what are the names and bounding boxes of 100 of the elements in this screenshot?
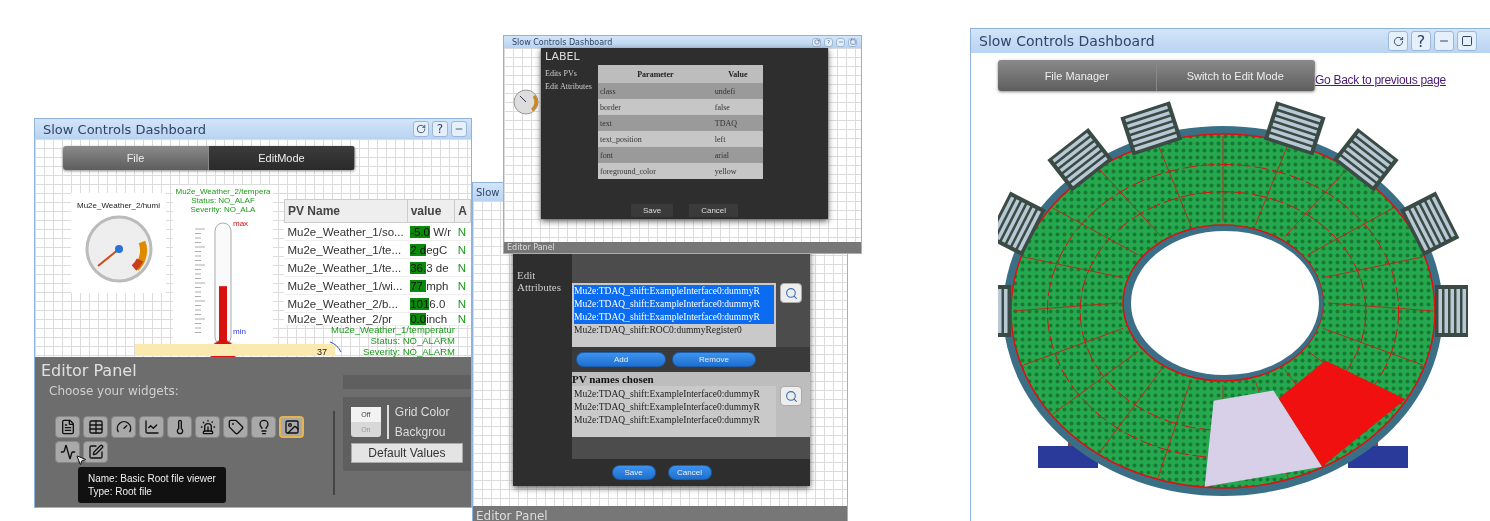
cancel-button[interactable]: Cancel [689, 204, 739, 217]
tab[interactable]: EditMode [209, 146, 355, 170]
list-item[interactable]: Mu2e:TDAQ_shift:ExampleInterface0:dummyR [574, 311, 774, 324]
refresh-button[interactable] [413, 121, 429, 137]
axis-tick: 37 [317, 347, 327, 357]
list-item[interactable]: Mu2e:TDAQ_shift:ExampleInterface0:dummyR [574, 285, 774, 298]
table-cell: arial [712, 147, 763, 163]
plot-line [329, 341, 343, 353]
column-header[interactable]: value [407, 199, 455, 223]
tooltip-text: Type: Root file [88, 486, 153, 497]
list-item[interactable]: Mu2e:TDAQ_shift:ExampleInterface0:dummyR [574, 414, 774, 427]
list-item[interactable]: Mu2e:TDAQ_shift:ExampleInterface0:dummyR [574, 401, 774, 414]
side-menu-item[interactable]: Edit Attributes [545, 82, 594, 91]
table-cell: N [454, 240, 471, 259]
thermometer-widget-button[interactable] [167, 416, 192, 438]
pv-list[interactable]: Mu2e:TDAQ_shift:ExampleInterface0:dummyR Mu2e:TDAQ_shift:ExampleInterface0:dummyR Mu2e:TDAQ_shift:ExampleInterface0:dummyR [572, 386, 776, 437]
table-cell: -5.0 W/r [407, 222, 455, 241]
label-widget-button[interactable] [223, 416, 248, 438]
table-cell: 36.3 de [407, 258, 455, 277]
window-title: Slow Controls Dashboard [512, 37, 613, 47]
side-menu-item[interactable]: Edit Attributes [517, 269, 568, 293]
list-item[interactable]: Mu2e:TDAQ_shift:ExampleInterface0:dummyR [574, 388, 774, 401]
maximize-icon [849, 39, 856, 45]
table-cell: N [454, 294, 471, 313]
panel-title: Editor Panel [41, 361, 138, 380]
table-cell: Mu2e_Weather_1/wi... [284, 276, 408, 295]
gauge-icon [115, 419, 132, 435]
column-header[interactable]: PV Name [284, 199, 408, 223]
table-cell: Mu2e_Weather_2/pr [284, 312, 408, 326]
image-widget-button[interactable] [279, 416, 304, 438]
gauge-widget-button[interactable] [111, 416, 136, 438]
cancel-button[interactable]: Cancel [667, 465, 712, 480]
refresh-icon [416, 124, 426, 134]
help-button[interactable]: ? [1411, 31, 1431, 51]
edit-icon [87, 444, 104, 460]
window-title: Slow Controls Dashboard [979, 33, 1155, 49]
list-item[interactable]: Mu2e:TDAQ_shift:ROC0:dummyRegister0 [574, 324, 774, 337]
add-button[interactable]: Add [576, 352, 666, 367]
table-cell: TDAQ [712, 115, 763, 131]
list-item[interactable]: Mu2e:TDAQ_shift:ExampleInterface0:dummyR [574, 298, 774, 311]
help-button[interactable]: ? [432, 121, 448, 137]
table-widget-button[interactable] [83, 416, 108, 438]
setting-label: Backgrou [394, 425, 447, 439]
refresh-icon [813, 39, 820, 45]
table-cell: false [712, 99, 763, 115]
dialog-title: LABEL [544, 49, 581, 65]
table-cell: text [598, 115, 713, 131]
root-icon [59, 444, 76, 460]
thermometer-status: Severity: NO_ALA [190, 205, 256, 215]
led-widget-button[interactable] [251, 416, 276, 438]
alarm-widget-button[interactable] [195, 416, 220, 438]
table-cell: text_position [598, 131, 713, 147]
chart-widget-button[interactable] [139, 416, 164, 438]
text-widget-button[interactable] [55, 416, 80, 438]
thermometer-status: Status: NO_ALAF [191, 196, 255, 206]
table-cell: foreground_color [598, 163, 713, 179]
pv-list[interactable]: Mu2e:TDAQ_shift:ExampleInterface0:dummyR Mu2e:TDAQ_shift:ExampleInterface0:dummyR Mu2e:TDAQ_shift:ExampleInterface0:dummyR Mu2e:TDAQ_shift:ROC0:dummyRegister0 [572, 283, 776, 347]
editor-panel-bar: Editor Panel [504, 242, 861, 253]
table-cell: N [454, 222, 471, 241]
table-icon [87, 419, 104, 435]
search-icon [784, 286, 798, 300]
edit-widget-button[interactable] [83, 441, 108, 463]
table-cell: left [712, 131, 763, 147]
column-header: Parameter [598, 65, 713, 83]
table-cell: class [598, 83, 713, 99]
window-title: Slow [476, 186, 500, 198]
label-icon [227, 419, 244, 435]
maximize-button[interactable] [1457, 31, 1477, 51]
table-cell: font [598, 147, 713, 163]
minimize-icon [837, 39, 844, 45]
save-button[interactable]: Save [611, 465, 656, 480]
table-cell: 0.0inch [407, 312, 455, 326]
back-link[interactable]: Go Back to previous page [1315, 73, 1446, 87]
search-button[interactable] [780, 283, 802, 303]
tab[interactable]: File [63, 146, 209, 170]
refresh-button[interactable] [1388, 31, 1408, 51]
default-values-button[interactable]: Default Values [350, 443, 463, 463]
remove-button[interactable]: Remove [672, 352, 756, 367]
window-title: Slow Controls Dashboard [43, 121, 206, 137]
tab[interactable]: Switch to Edit Mode [1156, 60, 1315, 91]
maximize-icon [1461, 35, 1473, 47]
gauge-drawing [512, 88, 540, 116]
tab[interactable]: File Manager [998, 60, 1157, 91]
plot-status: Status: NO_ALARM [370, 335, 455, 347]
save-button[interactable]: Save [630, 204, 674, 217]
side-menu-item[interactable]: Edits PVs [545, 69, 594, 78]
table-cell: N [454, 276, 471, 295]
table-cell: Mu2e_Weather_1/te... [284, 258, 408, 277]
search-icon [784, 389, 798, 403]
search-button[interactable] [780, 386, 802, 406]
root-widget-button[interactable] [55, 441, 80, 463]
chart-icon [143, 419, 160, 435]
table-cell: Mu2e_Weather_1/so... [284, 222, 408, 241]
thermometer-status: Mu2e_Weather_2/tempera [175, 187, 271, 197]
column-header: Value [712, 65, 763, 83]
table-cell: 1016.0 [407, 294, 455, 313]
max-label: max [233, 218, 249, 228]
table-cell: undefi [712, 83, 763, 99]
table-cell: yellow [712, 163, 763, 179]
panel-prompt: Choose your widgets: [49, 384, 180, 398]
